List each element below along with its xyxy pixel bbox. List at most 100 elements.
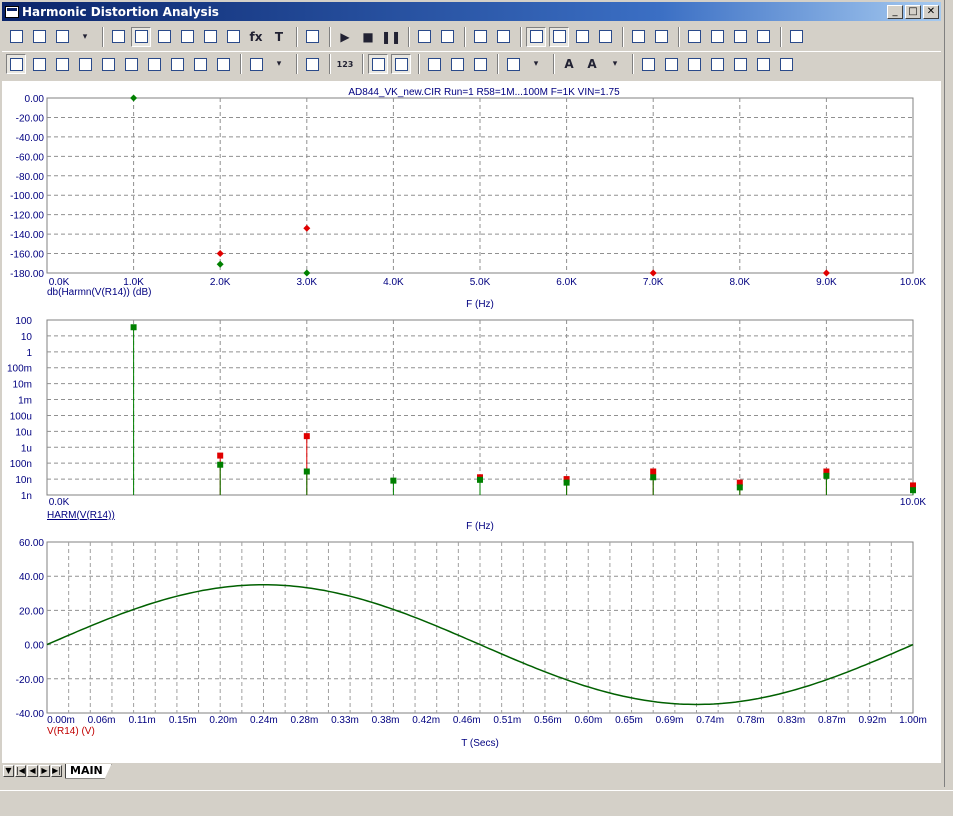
toolbar-separator (497, 54, 499, 74)
tab-nav-button-3[interactable]: ▶ (39, 765, 50, 777)
zoom-100-button[interactable] (470, 54, 490, 74)
hline-button[interactable] (628, 27, 648, 47)
layout3-button[interactable] (572, 27, 592, 47)
help-button[interactable] (52, 27, 72, 47)
layout2-button[interactable] (549, 26, 569, 47)
zoom-fit2-button[interactable] (391, 54, 411, 74)
tab-nav-button-0[interactable]: ▼ (3, 765, 14, 777)
tab-nav-button-2[interactable]: ◀ (27, 765, 38, 777)
x-marker-button[interactable] (684, 27, 704, 47)
valley-button[interactable] (75, 54, 95, 74)
probe-button[interactable] (753, 27, 773, 47)
align-center-button[interactable] (684, 54, 704, 74)
text-button[interactable]: T (269, 27, 289, 47)
dropdown-button[interactable]: ▾ (269, 54, 289, 74)
plot2-marker-series0 (910, 487, 916, 494)
tab-main[interactable]: MAIN (65, 763, 112, 779)
font-button[interactable]: A (559, 54, 579, 74)
y-marker-button[interactable] (707, 27, 727, 47)
plot3-x-tick: 0.87m (818, 715, 846, 726)
layout4-button[interactable] (595, 27, 615, 47)
plot2-marker-series0 (823, 472, 830, 479)
zoom-fit-button[interactable] (368, 54, 388, 74)
scale-button[interactable] (131, 26, 151, 47)
stop-button[interactable]: ■ (358, 27, 378, 47)
slope-button[interactable] (144, 54, 164, 74)
cursor-right-button[interactable] (223, 27, 243, 47)
minimize-button[interactable]: _ (887, 4, 903, 19)
plot2-marker-series0 (217, 461, 224, 468)
align-top-button[interactable] (730, 54, 750, 74)
inflect-icon (170, 57, 184, 71)
grid-button[interactable] (493, 27, 513, 47)
inflect-button[interactable] (167, 54, 187, 74)
plot2-y-tick: 100u (10, 411, 32, 422)
align-bottom-button[interactable] (776, 54, 796, 74)
print-button[interactable] (302, 27, 322, 47)
zoom-out-button[interactable] (447, 54, 467, 74)
toolbar-separator (678, 26, 680, 47)
clipboard-button[interactable] (246, 54, 266, 74)
graph-button[interactable] (108, 27, 128, 47)
global-high-button[interactable] (190, 54, 210, 74)
dropdown-button[interactable]: ▾ (75, 27, 95, 47)
zoom-in-button[interactable] (424, 54, 444, 74)
bring-front-button[interactable] (638, 54, 658, 74)
plot1-point-series0 (216, 260, 224, 268)
tab-nav-button-4[interactable]: ▶| (51, 765, 62, 777)
plot2-marker-series0 (390, 477, 397, 484)
plot3-x-tick: 0.65m (615, 715, 643, 726)
high-icon (101, 57, 115, 71)
plot3-y-tick: 60.00 (19, 538, 44, 549)
plot1-ylabel: db(Harmn(V(R14)) (dB) (47, 287, 151, 298)
run-button[interactable]: ▶ (335, 27, 355, 47)
plot2-ylabel: HARM(V(R14)) (47, 510, 115, 521)
frame-button[interactable] (470, 27, 490, 47)
close-button[interactable]: ✕ (923, 4, 939, 19)
plot1-x-tick: 7.0K (643, 277, 664, 288)
maximize-button[interactable] (154, 27, 174, 47)
plot1-y-tick: -120.00 (10, 211, 44, 222)
plot3-x-tick: 0.11m (129, 715, 156, 726)
align-middle-button[interactable] (753, 54, 773, 74)
global-low-button[interactable] (213, 54, 233, 74)
plot-header: AD844_VK_new.CIR Run=1 R58=1M...100M F=1… (348, 87, 620, 98)
hgrid-button[interactable] (651, 27, 671, 47)
fit2-button[interactable] (29, 54, 49, 74)
cursor-left-button[interactable] (200, 27, 220, 47)
dropdown-button[interactable]: ▾ (526, 54, 546, 74)
trace-button[interactable] (414, 27, 434, 47)
plot3-y-tick: -40.00 (16, 709, 45, 720)
zoom-out-icon (450, 57, 464, 71)
pointer-button[interactable] (6, 27, 26, 47)
layout1-button[interactable] (526, 26, 546, 47)
pause-button[interactable]: ❚❚ (381, 27, 401, 47)
align-right-button[interactable] (707, 54, 727, 74)
fx-marker-button[interactable] (730, 27, 750, 47)
tab-nav: ▼ |◀ ◀ ▶ ▶| (2, 765, 62, 777)
trace2-button[interactable] (437, 27, 457, 47)
high-button[interactable] (98, 54, 118, 74)
font-icon: A (564, 57, 574, 71)
font-style-button[interactable]: A (582, 54, 602, 74)
plot1-y-tick: -20.00 (16, 113, 45, 124)
cursor-button[interactable] (177, 27, 197, 47)
trace-icon (417, 30, 431, 43)
fit-button[interactable] (6, 54, 26, 74)
list-button[interactable] (302, 54, 322, 74)
pan-hand-button[interactable] (29, 27, 49, 47)
tab-nav-button-1[interactable]: |◀ (15, 765, 26, 777)
align-left-button[interactable] (661, 54, 681, 74)
app-icon[interactable] (5, 5, 19, 18)
peak-button[interactable] (52, 54, 72, 74)
low-button[interactable] (121, 54, 141, 74)
peak-icon (55, 57, 69, 71)
data-point-button[interactable]: 123 (335, 54, 355, 74)
restore-button[interactable]: □ (905, 4, 921, 19)
plot3-x-tick: 0.42m (412, 715, 440, 726)
grid-select-button[interactable] (503, 54, 523, 74)
properties-button[interactable] (786, 27, 806, 47)
dropdown-button[interactable]: ▾ (605, 54, 625, 74)
formula-button[interactable]: fx (246, 27, 266, 47)
plot-area[interactable]: 0.00 -20.00 -40.00 -60.00 -80.00 -100.00 -120.… (2, 81, 941, 763)
